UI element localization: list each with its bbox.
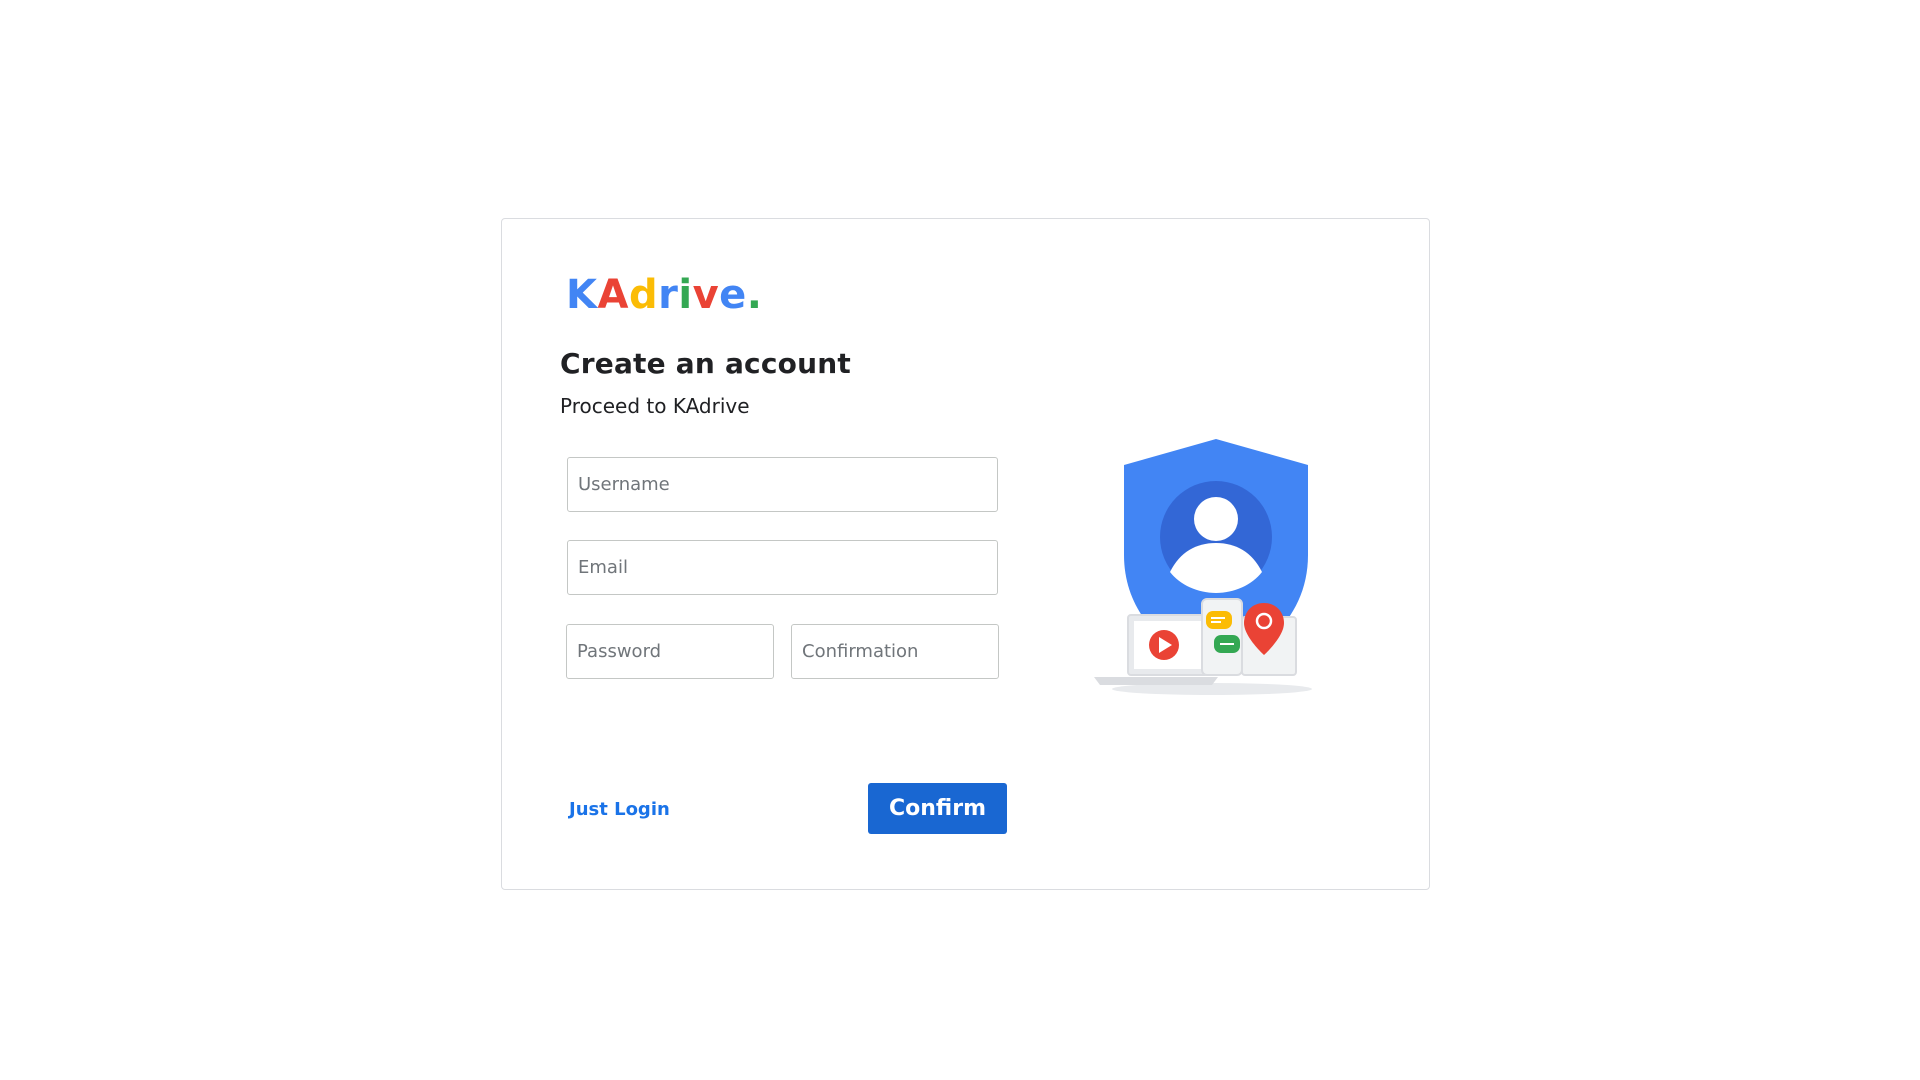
password-input[interactable] bbox=[566, 624, 774, 679]
logo-letter-a: A bbox=[597, 272, 629, 318]
play-icon bbox=[1149, 630, 1179, 660]
email-input[interactable] bbox=[567, 540, 998, 595]
logo-letter-r: r bbox=[658, 272, 679, 318]
page-subtitle: Proceed to KAdrive bbox=[560, 394, 750, 418]
logo-letter-v: v bbox=[692, 272, 720, 318]
logo-letter-e: e bbox=[719, 272, 747, 318]
user-avatar-icon bbox=[1160, 481, 1272, 593]
confirm-button[interactable]: Confirm bbox=[868, 783, 1007, 834]
username-input[interactable] bbox=[567, 457, 998, 512]
password-confirmation-input[interactable] bbox=[791, 624, 999, 679]
kadrive-logo: KAdrive. bbox=[566, 275, 762, 315]
account-illustration bbox=[1094, 439, 1312, 695]
logo-letter-i: i bbox=[678, 272, 693, 318]
page-title: Create an account bbox=[560, 347, 851, 380]
logo-letter-d: d bbox=[628, 272, 659, 318]
signup-card: KAdrive. Create an account Proceed to KA… bbox=[501, 218, 1430, 890]
logo-letter-dot: . bbox=[746, 272, 763, 318]
just-login-link[interactable]: Just Login bbox=[569, 799, 670, 820]
logo-letter-k: K bbox=[566, 272, 598, 318]
